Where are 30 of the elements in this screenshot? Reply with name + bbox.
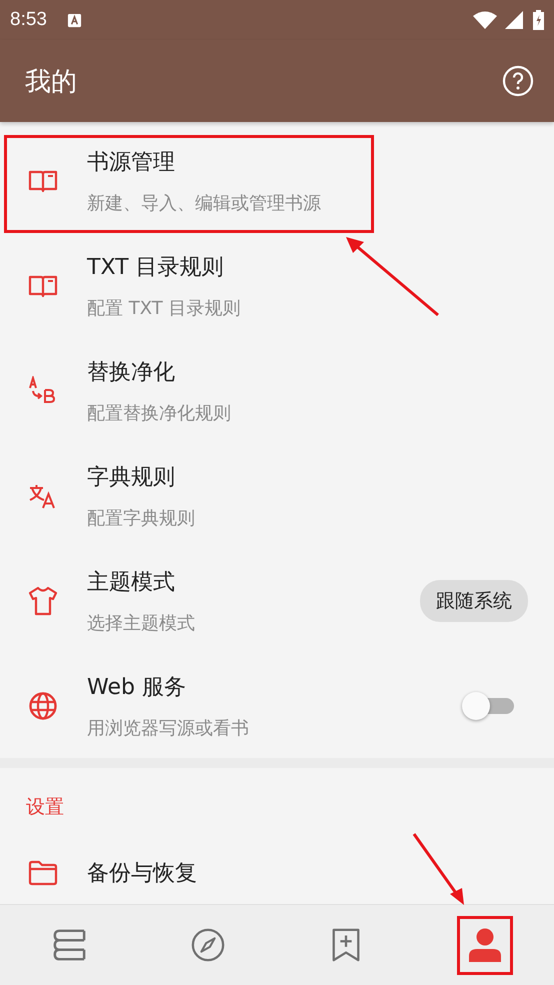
battery-icon — [533, 10, 544, 30]
item-subtitle: 选择主题模式 — [87, 612, 195, 634]
bookshelf-icon — [52, 928, 86, 962]
item-title[interactable]: 备份与恢复 — [87, 858, 197, 888]
item-title[interactable]: 字典规则 — [87, 462, 175, 492]
item-subtitle: 配置替换净化规则 — [87, 402, 231, 424]
replace-icon — [28, 376, 58, 406]
status-time: 8:53 — [10, 9, 47, 31]
compass-icon — [190, 928, 225, 962]
item-subtitle: 用浏览器写源或看书 — [87, 716, 249, 740]
toggle-switch[interactable] — [462, 690, 514, 720]
item-subtitle: 配置字典规则 — [87, 506, 195, 530]
item-subtitle: 新建、导入、编辑或管理书源 — [87, 192, 321, 214]
wifi-icon — [473, 11, 497, 29]
help-icon[interactable] — [502, 65, 534, 97]
page-title: 我的 — [25, 66, 78, 98]
theme-mode-chip[interactable]: 跟随系统 — [420, 580, 528, 622]
shirt-icon — [28, 586, 58, 616]
section-header: 设置 — [25, 795, 65, 820]
signal-icon — [505, 11, 523, 29]
globe-icon — [28, 690, 58, 720]
item-title[interactable]: 书源管理 — [87, 146, 175, 176]
item-subtitle: 配置 TXT 目录规则 — [87, 296, 240, 320]
item-title[interactable]: 替换净化 — [87, 356, 175, 386]
person-icon — [468, 928, 502, 962]
notification-icon — [66, 12, 82, 28]
item-title[interactable]: TXT 目录规则 — [87, 252, 224, 282]
item-title[interactable]: Web 服务 — [87, 672, 186, 702]
item-title[interactable]: 主题模式 — [87, 566, 175, 596]
nav-tab[interactable] — [456, 916, 513, 974]
